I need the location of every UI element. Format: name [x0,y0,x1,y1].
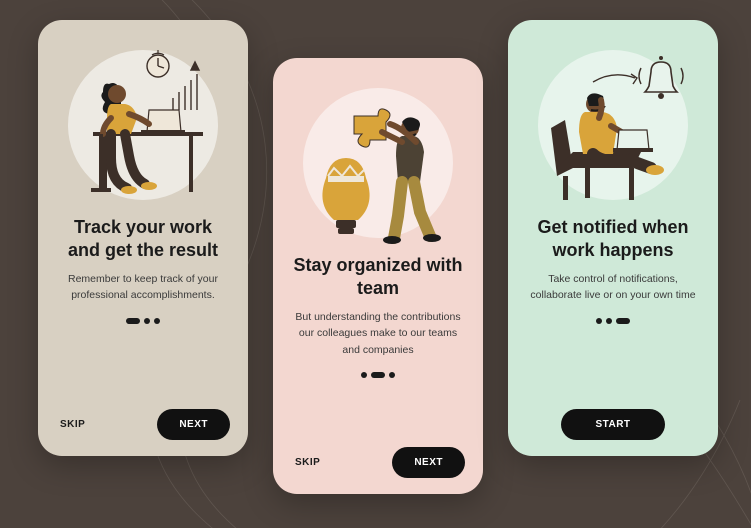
next-button[interactable]: NEXT [157,409,230,440]
onboarding-footer: SKIP NEXT [291,447,465,478]
page-dot [606,318,612,324]
illustration-notification [533,48,693,208]
page-dot-active [126,318,140,324]
laptop-icon [613,130,653,152]
onboarding-title: Get notified when work happens [526,216,700,261]
start-button[interactable]: START [561,409,664,440]
page-dot [361,372,367,378]
illustration-wrap [526,38,700,208]
lightbulb-icon [322,158,369,234]
onboarding-cards: Track your work and get the result Remem… [0,0,751,528]
clock-icon [147,50,169,77]
illustration-wrap [291,76,465,246]
bar-chart-icon [173,62,199,110]
page-dot [144,318,150,324]
next-button[interactable]: NEXT [392,447,465,478]
page-dot-active [371,372,385,378]
puzzle-piece-icon [354,109,390,147]
page-indicator [526,318,700,324]
onboarding-card-2: Stay organized with team But understandi… [273,58,483,494]
person-icon [382,117,441,244]
onboarding-footer: SKIP NEXT [56,409,230,440]
page-indicator [291,372,465,378]
page-dot [154,318,160,324]
illustration-desk-work [63,48,223,208]
skip-button[interactable]: SKIP [56,413,89,436]
onboarding-subtitle: But understanding the contributions our … [291,309,465,358]
illustration-puzzle-lightbulb [298,86,458,246]
page-dot [389,372,395,378]
onboarding-subtitle: Remember to keep track of your professio… [56,271,230,304]
page-dot [596,318,602,324]
onboarding-title: Track your work and get the result [56,216,230,261]
page-dot-active [616,318,630,324]
skip-button[interactable]: SKIP [291,451,324,474]
page-indicator [56,318,230,324]
onboarding-subtitle: Take control of notifications, collabora… [526,271,700,304]
onboarding-card-1: Track your work and get the result Remem… [38,20,248,456]
onboarding-card-3: Get notified when work happens Take cont… [508,20,718,456]
onboarding-footer: START [526,409,700,440]
bell-icon [639,56,683,99]
illustration-wrap [56,38,230,208]
person-icon [91,83,157,194]
arrow-curve-icon [593,74,637,84]
onboarding-title: Stay organized with team [291,254,465,299]
